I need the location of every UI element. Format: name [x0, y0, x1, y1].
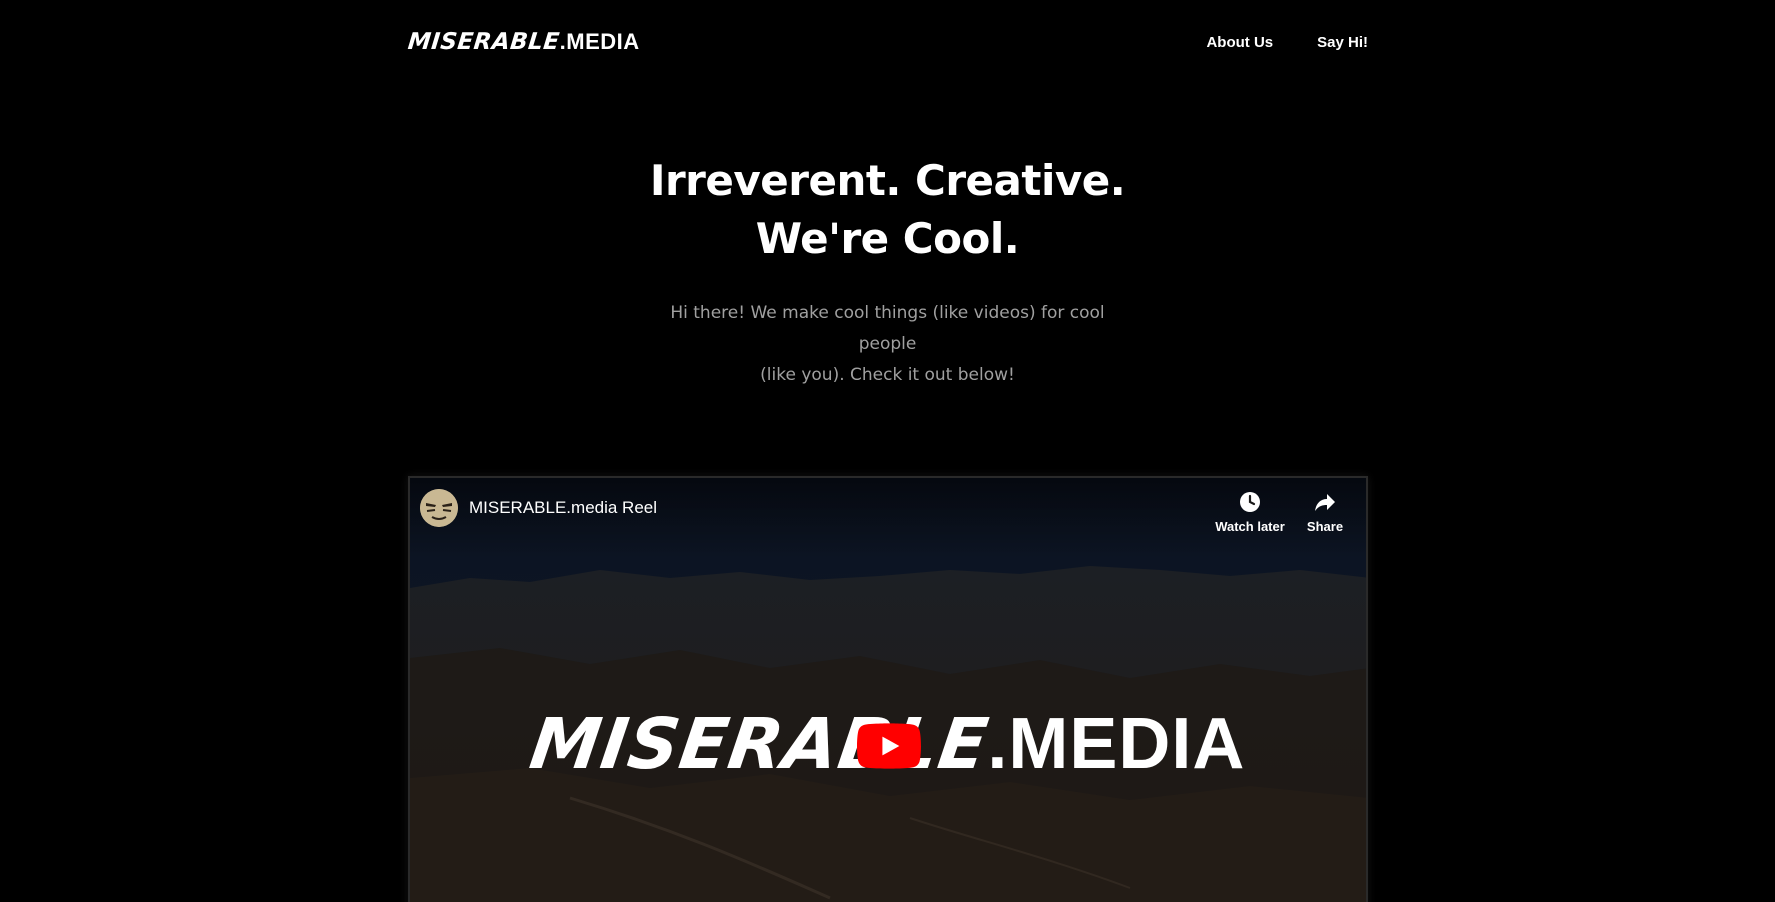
hero-subtitle: Hi there! We make cool things (like vide… [655, 298, 1120, 391]
share-label: Share [1306, 519, 1344, 534]
site-header: MISERABLE .MEDIA About Us Say Hi! [406, 24, 1368, 60]
share-button[interactable]: Share [1285, 490, 1365, 534]
nav-say-hi[interactable]: Say Hi! [1317, 34, 1368, 51]
share-arrow-icon [1315, 494, 1335, 511]
video-brand-brush-text: MISERABLE [524, 703, 994, 785]
watch-later-label: Watch later [1215, 519, 1285, 534]
video-title[interactable]: MISERABLE.media Reel [469, 498, 657, 518]
site-logo[interactable]: MISERABLE .MEDIA [406, 29, 640, 55]
hero-subtitle-line-1: Hi there! We make cool things (like vide… [670, 303, 1105, 354]
channel-avatar-face-icon [420, 489, 458, 527]
nav-about-us[interactable]: About Us [1206, 34, 1273, 51]
watch-later-button[interactable]: Watch later [1210, 490, 1290, 534]
logo-brush-text: MISERABLE [406, 29, 562, 55]
video-embed[interactable]: MISERABLE.media Reel Watch later Share M… [408, 476, 1368, 902]
hero-title-line-1: Irreverent. Creative. [649, 156, 1126, 205]
channel-avatar[interactable] [420, 489, 458, 527]
hero-title-line-2: We're Cool. [755, 214, 1020, 263]
video-brand-media-text: .MEDIA [987, 704, 1246, 784]
main-nav: About Us Say Hi! [1206, 34, 1368, 51]
clock-icon [1240, 492, 1260, 512]
page: MISERABLE .MEDIA About Us Say Hi! Irrever… [0, 0, 1775, 902]
play-button-icon[interactable] [857, 723, 921, 769]
hero-subtitle-line-2: (like you). Check it out below! [760, 365, 1015, 385]
hero-title: Irreverent. Creative. We're Cool. [0, 152, 1775, 268]
logo-media-text: .MEDIA [559, 29, 640, 54]
